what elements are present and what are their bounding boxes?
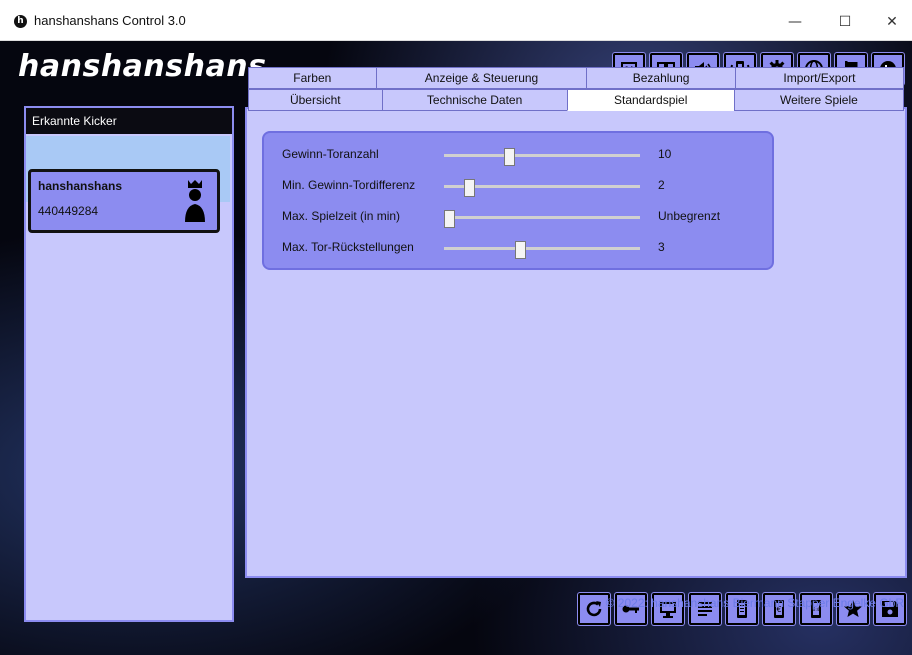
app-icon: h	[14, 15, 27, 28]
maximize-button[interactable]: ☐	[825, 8, 865, 36]
setting-row-win-goals: Gewinn-Toranzahl 10	[282, 145, 762, 166]
min-goal-diff-slider[interactable]	[444, 179, 640, 197]
max-goal-resets-slider[interactable]	[444, 241, 640, 259]
tab-standardspiel[interactable]: Standardspiel	[566, 89, 735, 111]
kicker-list-panel: Erkannte Kicker hanshanshans 440449284	[24, 106, 234, 622]
tab-bar: Farben Anzeige & Steuerung Bezahlung Imp…	[248, 67, 905, 111]
minimize-button[interactable]: —	[775, 8, 815, 36]
slider-thumb[interactable]	[503, 148, 515, 166]
tab-technische-daten[interactable]: Technische Daten	[381, 89, 568, 111]
setting-row-max-goal-resets: Max. Tor-Rückstellungen 3	[282, 238, 762, 259]
tab-anzeige-steuerung[interactable]: Anzeige & Steuerung	[375, 67, 588, 89]
setting-label: Gewinn-Toranzahl	[282, 147, 379, 161]
copyright-text: © 2022: hanshanshans Biermann Stapper En…	[605, 596, 904, 610]
standard-game-settings: Gewinn-Toranzahl 10 Min. Gewinn-Tordiffe…	[262, 131, 774, 270]
tab-weitere-spiele[interactable]: Weitere Spiele	[733, 89, 904, 111]
slider-thumb[interactable]	[514, 241, 526, 259]
setting-label: Min. Gewinn-Tordifferenz	[282, 178, 416, 192]
king-icon	[185, 180, 205, 222]
win-goals-slider[interactable]	[444, 148, 640, 166]
max-playtime-slider[interactable]	[444, 210, 640, 228]
setting-value: Unbegrenzt	[658, 209, 721, 223]
tab-uebersicht[interactable]: Übersicht	[248, 89, 383, 111]
tab-bezahlung[interactable]: Bezahlung	[586, 67, 736, 89]
list-item-selected[interactable]: hanshanshans 440449284	[26, 136, 230, 233]
slider-thumb[interactable]	[464, 179, 476, 197]
tab-row-1: Farben Anzeige & Steuerung Bezahlung Imp…	[248, 67, 905, 89]
slider-thumb[interactable]	[444, 210, 455, 228]
close-button[interactable]: ✕	[872, 8, 912, 36]
setting-value: 2	[658, 178, 665, 192]
window-title: hanshanshans Control 3.0	[34, 13, 186, 28]
title-bar: h hanshanshans Control 3.0 — ☐ ✕	[0, 0, 912, 41]
kicker-name: hanshanshans	[38, 179, 123, 193]
kicker-id: 440449284	[38, 204, 99, 218]
setting-row-max-playtime: Max. Spielzeit (in min) Unbegrenzt	[282, 207, 762, 228]
app-window: h hanshanshans Control 3.0 — ☐ ✕ hanshan…	[0, 0, 912, 655]
brand-logo: hanshanshans	[18, 49, 267, 84]
tab-farben[interactable]: Farben	[248, 67, 377, 89]
kicker-card[interactable]: hanshanshans 440449284	[28, 169, 220, 233]
tab-import-export[interactable]: Import/Export	[734, 67, 905, 89]
kicker-list-title: Erkannte Kicker	[26, 108, 232, 134]
tab-row-2: Übersicht Technische Daten Standardspiel…	[248, 89, 904, 111]
setting-label: Max. Tor-Rückstellungen	[282, 240, 414, 254]
setting-label: Max. Spielzeit (in min)	[282, 209, 401, 223]
setting-value: 10	[658, 147, 672, 161]
setting-value: 3	[658, 240, 665, 254]
setting-row-min-goal-diff: Min. Gewinn-Tordifferenz 2	[282, 176, 762, 197]
